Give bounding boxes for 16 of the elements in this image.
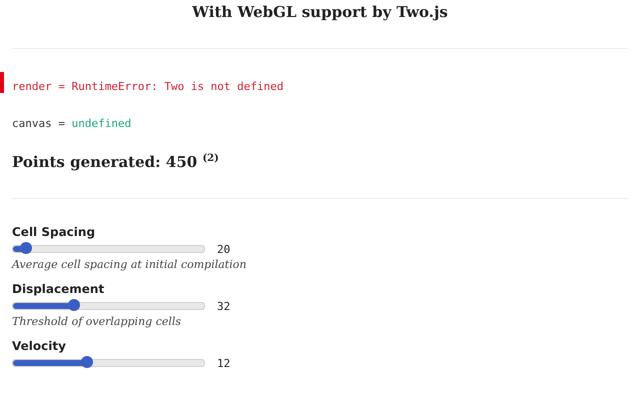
slider-value: 12 [217,356,230,370]
error-marker [0,72,4,93]
slider-description: Threshold of overlapping cells [12,315,182,330]
cell-output: canvas = undefined [12,117,132,130]
slider[interactable] [12,245,205,253]
slider-value: 20 [217,242,230,256]
slider[interactable] [12,302,205,310]
cell-output: render = RuntimeError: Two is not defined [12,80,284,93]
page-title: With WebGL support by Two.js [191,2,449,23]
slider-label: Displacement [12,282,106,297]
points-heading: Points generated: 450 $^{(2)}$ [12,152,220,173]
slider[interactable] [12,359,205,367]
slider-description: Average cell spacing at initial compilation [12,258,248,273]
slider-label: Cell Spacing [12,225,96,240]
slider-value: 32 [217,300,230,312]
slider-label: Velocity [12,339,67,354]
